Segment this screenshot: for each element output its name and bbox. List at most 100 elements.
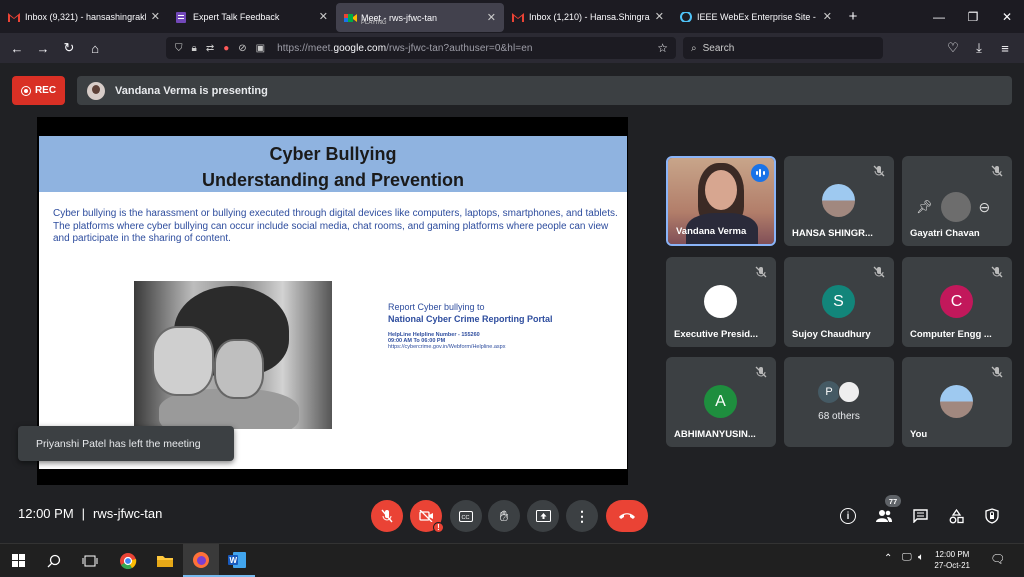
leave-call-button[interactable] (606, 500, 648, 532)
lock-icon[interactable]: 🔒︎ (192, 43, 197, 54)
chrome-app[interactable] (110, 544, 146, 577)
webex-icon (680, 10, 692, 23)
tab-gmail-inbox-2[interactable]: Inbox (1,210) - Hansa.Shingrakhi ✕ (504, 2, 672, 31)
tab-gmail-inbox[interactable]: Inbox (9,321) - hansashingrakhi ✕ (0, 2, 168, 31)
back-arrow-icon[interactable]: ← (4, 35, 30, 61)
mic-off-icon (991, 366, 1003, 378)
forms-icon (176, 11, 188, 23)
tab-title: Inbox (1,210) - Hansa.Shingrakhi (529, 11, 650, 22)
task-view-button[interactable] (72, 544, 108, 577)
start-button[interactable] (0, 544, 36, 577)
pocket-icon[interactable]: ♡ (940, 35, 966, 61)
helpline-link: https://cybercrime.gov.in/Webform/Helpli… (388, 344, 506, 350)
meeting-time: 12:00 PM (18, 506, 74, 521)
chrome-icon (120, 552, 137, 569)
hand-icon: ✋︎ (499, 507, 509, 525)
tab-meet[interactable]: Meet - rws-jfwc-tan PLAYING ✕ (336, 3, 504, 32)
network-icon[interactable]: 🖵︎ (902, 552, 912, 563)
participant-tile[interactable]: Vandana Verma (666, 156, 776, 246)
home-icon[interactable]: ⌂ (82, 35, 108, 61)
close-tab-icon[interactable]: ✕ (319, 10, 328, 23)
slide-photo (134, 281, 332, 429)
present-button[interactable] (527, 500, 559, 532)
word-app[interactable]: W (219, 544, 255, 577)
participant-name: Computer Engg ... (910, 329, 992, 340)
volume-icon[interactable]: 🔈︎ (918, 552, 924, 563)
firefox-app[interactable] (183, 544, 219, 577)
maximize-icon[interactable]: ❐ (956, 0, 990, 33)
notifications-icon[interactable]: 🗨︎ (990, 552, 1005, 566)
participant-tile[interactable]: C Computer Engg ... (902, 257, 1012, 347)
show-hidden-icons-icon[interactable]: ⌃ (884, 553, 892, 564)
forward-arrow-icon[interactable]: → (30, 35, 56, 61)
mic-off-icon (755, 266, 767, 278)
participant-name: Gayatri Chavan (910, 228, 980, 239)
tab-expert-talk-feedback[interactable]: Expert Talk Feedback ✕ (168, 2, 336, 31)
url-bar[interactable]: ⛉ 🔒︎ ⇄ ● ⊘ ▣ https://meet.google.com/rws… (166, 37, 676, 59)
participant-name: Executive Presid... (674, 329, 758, 340)
participant-tile[interactable]: HANSA SHINGR... (784, 156, 894, 246)
tab-webex[interactable]: IEEE WebEx Enterprise Site - Hom ✕ (672, 2, 840, 31)
autoplay-icon[interactable]: ▣ (256, 43, 265, 54)
shield-lock-icon (985, 508, 999, 524)
system-clock[interactable]: 12:00 PM 27-Oct-21 (934, 549, 970, 571)
presenting-text: Vandana Verma is presenting (115, 84, 268, 97)
participant-tile[interactable]: 📌︎ ⊖ Gayatri Chavan (902, 156, 1012, 246)
new-tab-icon[interactable]: + (840, 4, 866, 30)
participant-tile[interactable]: Executive Presid... (666, 257, 776, 347)
more-options-button[interactable]: ⋮ (566, 500, 598, 532)
record-icon (20, 85, 31, 96)
report-info: Report Cyber bullying to National Cyber … (388, 302, 618, 350)
mic-off-icon (873, 165, 885, 177)
downloads-icon[interactable]: ⤓ (966, 35, 992, 61)
people-button[interactable] (874, 506, 894, 526)
tile-hover-controls: 📌︎ ⊖ (916, 192, 990, 222)
permissions-icon[interactable]: ⇄ (206, 43, 214, 54)
warning-icon: ! (433, 522, 444, 533)
file-explorer-app[interactable] (147, 544, 183, 577)
mic-toggle-button[interactable] (371, 500, 403, 532)
menu-icon[interactable]: ≡ (992, 35, 1018, 61)
host-controls-button[interactable] (982, 506, 1002, 526)
rec-label: REC (34, 85, 57, 96)
svg-text:CC: CC (462, 515, 470, 521)
microphone-icon[interactable]: ● (223, 43, 229, 54)
search-placeholder: Search (702, 42, 735, 54)
participant-tile-self[interactable]: You (902, 357, 1012, 447)
search-input[interactable]: ⌕ Search (683, 37, 883, 59)
avatar: S (822, 285, 855, 318)
captions-button[interactable]: CC (450, 500, 482, 532)
tab-title: IEEE WebEx Enterprise Site - Hom (697, 11, 818, 22)
close-tab-icon[interactable]: ✕ (151, 10, 160, 23)
close-tab-icon[interactable]: ✕ (823, 10, 832, 23)
participant-name: HANSA SHINGR... (792, 228, 873, 239)
close-tab-icon[interactable]: ✕ (487, 11, 496, 24)
activities-button[interactable] (946, 506, 966, 526)
folder-icon (157, 555, 173, 567)
meeting-details-button[interactable]: i (838, 506, 858, 526)
portal-name: National Cyber Crime Reporting Portal (388, 314, 553, 324)
others-tile[interactable]: P 68 others (784, 357, 894, 447)
camera-blocked-icon[interactable]: ⊘ (238, 43, 246, 54)
slide-title: Cyber Bullying (269, 144, 397, 164)
remove-icon[interactable]: ⊖ (979, 199, 991, 216)
participant-tile[interactable]: S Sujoy Chaudhury (784, 257, 894, 347)
chat-button[interactable] (910, 506, 930, 526)
end-call-icon (619, 513, 635, 519)
reload-icon[interactable]: ↻ (56, 35, 82, 61)
tab-playing-label: PLAYING (361, 20, 387, 26)
search-button[interactable] (36, 544, 72, 577)
close-window-icon[interactable]: ✕ (990, 0, 1024, 33)
captions-icon: CC (459, 510, 473, 522)
minimize-icon[interactable]: — (922, 0, 956, 33)
pin-icon[interactable]: 📌︎ (916, 199, 933, 215)
raise-hand-button[interactable]: ✋︎ (488, 500, 520, 532)
tab-title: Inbox (9,321) - hansashingrakhi (25, 11, 146, 22)
avatar (838, 381, 860, 403)
participant-tile[interactable]: A ABHIMANYUSIN... (666, 357, 776, 447)
shield-icon[interactable]: ⛉ (175, 43, 183, 54)
close-tab-icon[interactable]: ✕ (655, 10, 664, 23)
camera-toggle-button[interactable]: ! (410, 500, 444, 533)
slide-subtitle: Understanding and Prevention (201, 170, 465, 190)
bookmark-star-icon[interactable]: ☆ (657, 41, 668, 55)
